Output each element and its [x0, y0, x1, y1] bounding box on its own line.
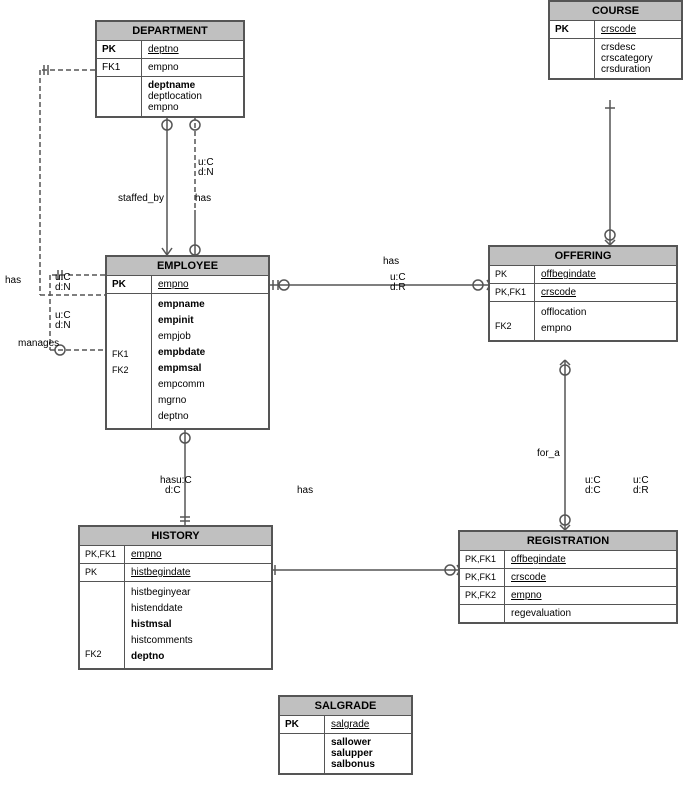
dn-manages: d:N — [55, 320, 71, 331]
employee-pk-attr: empno — [152, 276, 268, 293]
employee-fk-labels: FK1 FK2 — [107, 294, 152, 428]
history-title: HISTORY — [80, 527, 271, 546]
registration-pk1-label: PK,FK1 — [460, 551, 505, 568]
course-pk-section: PK crscode — [550, 21, 681, 39]
offering-pk2-section: PK,FK1 crscode — [490, 284, 676, 302]
registration-title: REGISTRATION — [460, 532, 676, 551]
dc-history: d:C — [165, 485, 181, 496]
employee-entity: EMPLOYEE PK empno FK1 FK2 empname — [105, 255, 270, 430]
salgrade-title: SALGRADE — [280, 697, 411, 716]
dr-reg2: d:R — [633, 485, 649, 496]
dn-dept-emp: d:N — [198, 167, 214, 178]
salgrade-entity: SALGRADE PK salgrade sallower salupper s… — [278, 695, 413, 775]
registration-pk2-attr: crscode — [505, 569, 676, 586]
history-pk2-section: PK histbegindate — [80, 564, 271, 582]
history-pk2-label: PK — [80, 564, 125, 581]
offering-pk2-attr: crscode — [535, 284, 676, 301]
department-fk-section: FK1 empno — [97, 59, 243, 77]
dr-emp-off: d:R — [390, 282, 406, 293]
registration-pk1-section: PK,FK1 offbegindate — [460, 551, 676, 569]
course-title: COURSE — [550, 2, 681, 21]
employee-title: EMPLOYEE — [107, 257, 268, 276]
registration-pk3-attr: empno — [505, 587, 676, 604]
history-attr-section: FK2 histbeginyear histenddate histmsal h… — [80, 582, 271, 668]
department-pk-label: PK — [97, 41, 142, 58]
for-a-label: for_a — [537, 448, 560, 459]
employee-attrs: empname empinit empjob empbdate empmsal … — [152, 294, 268, 428]
offering-attrs: offlocation empno — [535, 302, 676, 340]
has-label-hist-reg: has — [297, 485, 313, 496]
department-attr-section: deptname deptlocation empno — [97, 77, 243, 116]
registration-pk3-label: PK,FK2 — [460, 587, 505, 604]
history-pk1-label: PK,FK1 — [80, 546, 125, 563]
employee-pk-section: PK empno — [107, 276, 268, 294]
dn-dept-left: d:N — [55, 282, 71, 293]
has-label-dept-left: has — [5, 275, 21, 286]
history-pk1-attr: empno — [125, 546, 271, 563]
course-entity: COURSE PK crscode crsdesc crscategory cr… — [548, 0, 683, 80]
offering-pk1-section: PK offbegindate — [490, 266, 676, 284]
employee-pk-label: PK — [107, 276, 152, 293]
department-attrs: deptname deptlocation empno — [142, 77, 243, 116]
registration-entity: REGISTRATION PK,FK1 offbegindate PK,FK1 … — [458, 530, 678, 624]
history-pk1-section: PK,FK1 empno — [80, 546, 271, 564]
department-title: DEPARTMENT — [97, 22, 243, 41]
registration-pk2-label: PK,FK1 — [460, 569, 505, 586]
has-label-dept-emp: has — [195, 193, 211, 204]
registration-pk1-attr: offbegindate — [505, 551, 676, 568]
manages-label: manages — [18, 338, 59, 349]
department-fk-label: FK1 — [97, 59, 142, 76]
salgrade-pk-label: PK — [280, 716, 325, 733]
department-fk-attr: empno — [142, 59, 243, 76]
department-attr-labels — [97, 77, 142, 116]
offering-pk1-attr: offbegindate — [535, 266, 676, 283]
history-fk-labels: FK2 — [80, 582, 125, 668]
registration-pk3-section: PK,FK2 empno — [460, 587, 676, 605]
dc-reg1: d:C — [585, 485, 601, 496]
course-pk-label: PK — [550, 21, 595, 38]
offering-pk1-label: PK — [490, 266, 535, 283]
offering-fk-labels: FK2 — [490, 302, 535, 340]
offering-attr-section: FK2 offlocation empno — [490, 302, 676, 340]
offering-entity: OFFERING PK offbegindate PK,FK1 crscode … — [488, 245, 678, 342]
registration-attrs: regevaluation — [505, 605, 676, 622]
staffed-by-label: staffed_by — [118, 193, 164, 204]
salgrade-attr-section: sallower salupper salbonus — [280, 734, 411, 773]
history-entity: HISTORY PK,FK1 empno PK histbegindate FK… — [78, 525, 273, 670]
erd-diagram: DEPARTMENT PK deptno FK1 empno deptname … — [0, 0, 690, 803]
department-entity: DEPARTMENT PK deptno FK1 empno deptname … — [95, 20, 245, 118]
offering-pk2-label: PK,FK1 — [490, 284, 535, 301]
registration-pk2-section: PK,FK1 crscode — [460, 569, 676, 587]
salgrade-pk-section: PK salgrade — [280, 716, 411, 734]
history-attrs: histbeginyear histenddate histmsal histc… — [125, 582, 271, 668]
course-attr-section: crsdesc crscategory crsduration — [550, 39, 681, 78]
employee-attr-section: FK1 FK2 empname empinit empjob empbdate … — [107, 294, 268, 428]
salgrade-attrs: sallower salupper salbonus — [325, 734, 411, 773]
relationship-lines — [0, 0, 690, 803]
registration-attr-section: regevaluation — [460, 605, 676, 622]
course-pk-attr: crscode — [595, 21, 681, 38]
offering-title: OFFERING — [490, 247, 676, 266]
has-label-emp-off: has — [383, 256, 399, 267]
department-pk-attr: deptno — [142, 41, 243, 58]
department-pk-section: PK deptno — [97, 41, 243, 59]
salgrade-pk-attr: salgrade — [325, 716, 411, 733]
course-attrs: crsdesc crscategory crsduration — [595, 39, 681, 78]
history-pk2-attr: histbegindate — [125, 564, 271, 581]
